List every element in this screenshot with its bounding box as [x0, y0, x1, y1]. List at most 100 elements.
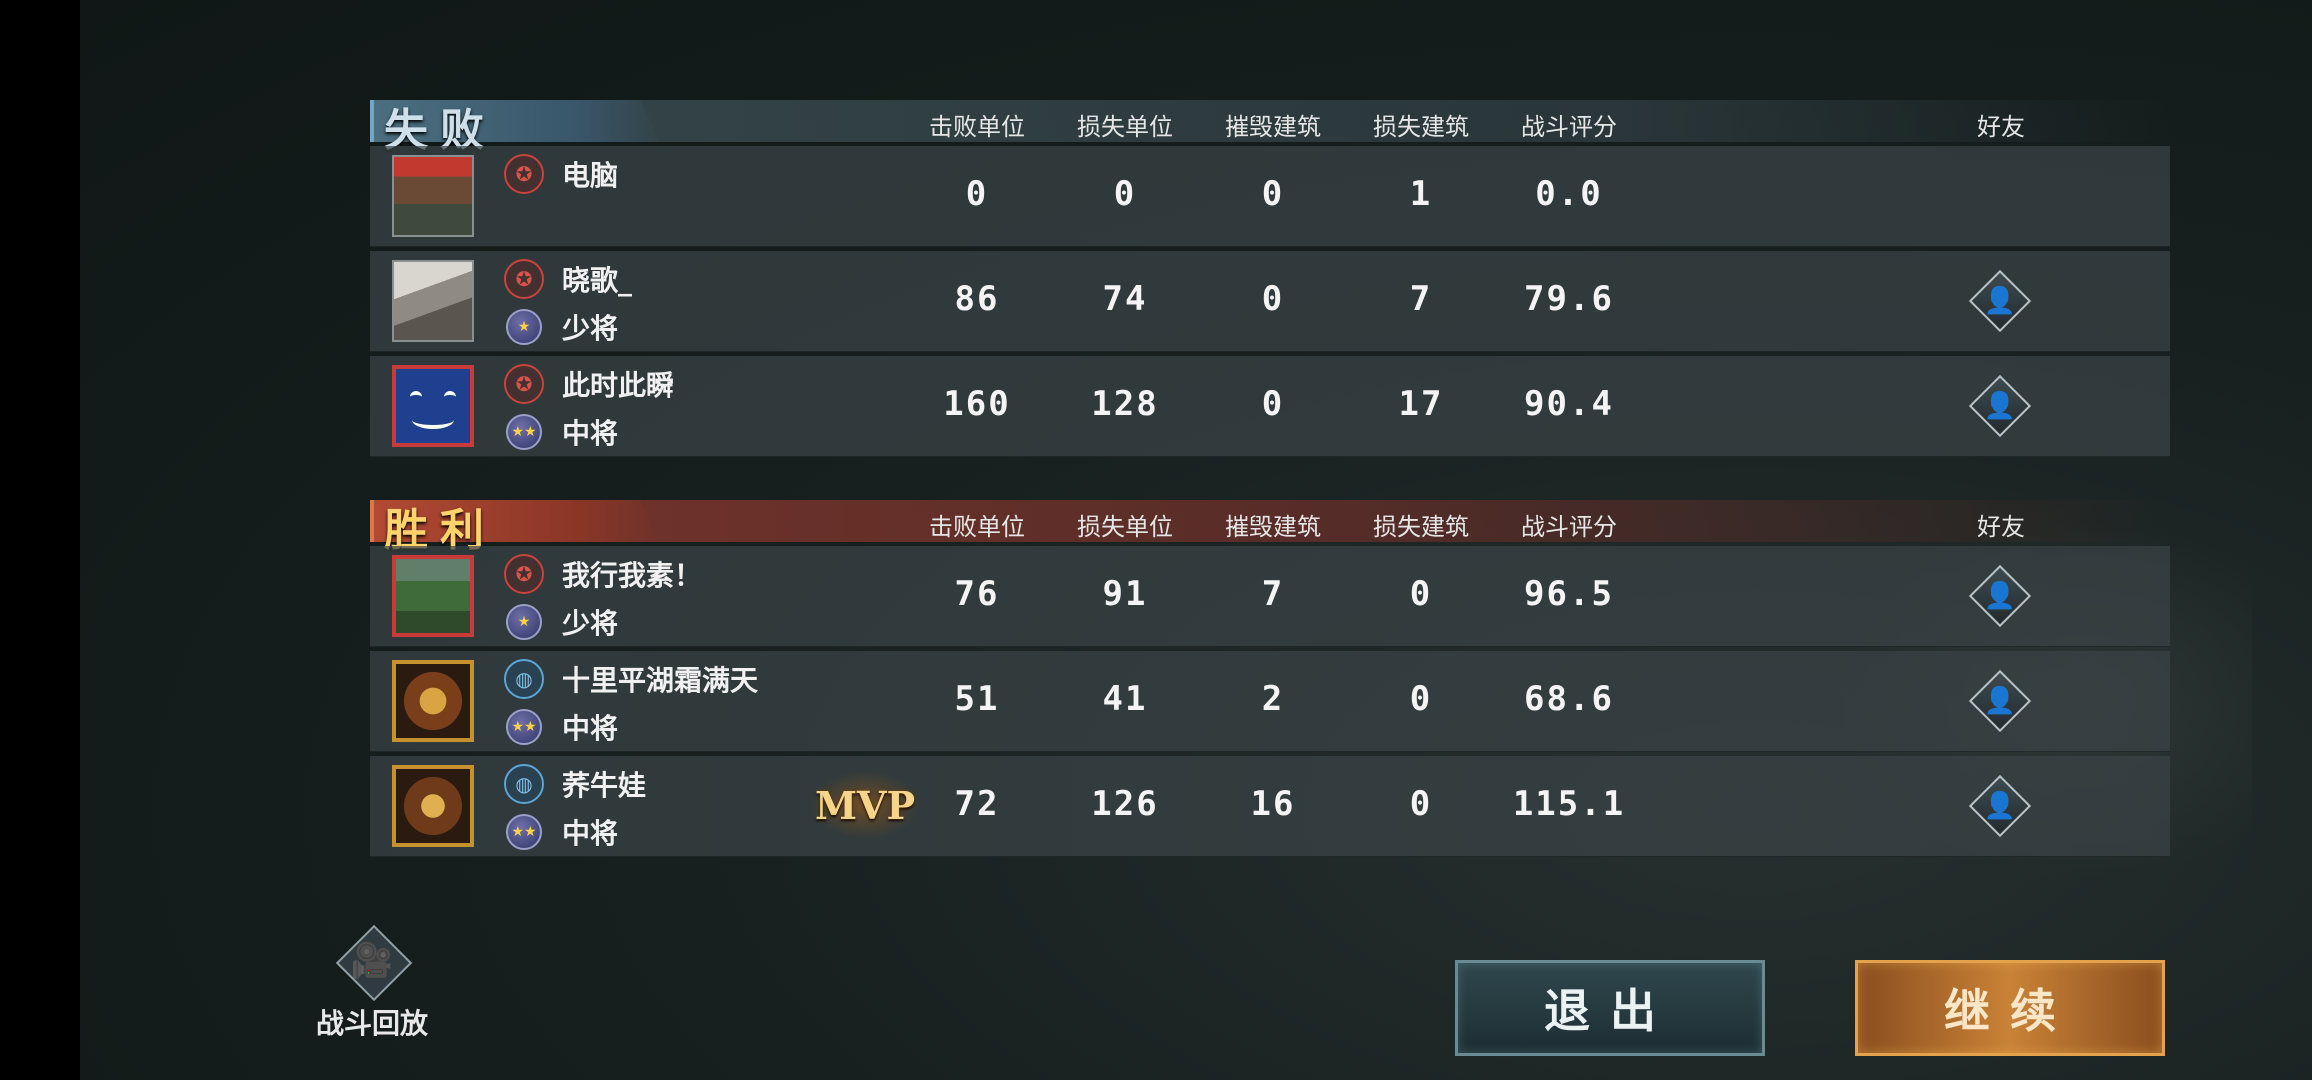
add-friend-icon: 👤: [1983, 286, 2017, 316]
col-score: 战斗评分: [1521, 513, 1617, 541]
player-name: 电脑: [562, 159, 619, 192]
win-header: 胜利 击败单位 损失单位 摧毁建筑 损失建筑 战斗评分 好友: [370, 500, 2170, 556]
stat-score: 79.6: [1524, 279, 1614, 319]
player-name: 晓歌_: [562, 264, 633, 297]
stat-lost-buildings: 0: [1409, 574, 1433, 614]
player-name: 我行我素！: [562, 559, 703, 592]
rank-name: 少将: [562, 312, 619, 345]
col-lost-buildings: 损失建筑: [1373, 513, 1469, 541]
lose-header: 失败 击败单位 损失单位 摧毁建筑 损失建筑 战斗评分 好友: [370, 100, 2170, 156]
add-friend-button[interactable]: 👤: [1968, 669, 2032, 733]
player-row: ✪ 晓歌_ ★ 少将 86 74 0 7 79.6 👤: [370, 251, 2170, 352]
col-kills: 击败单位: [929, 113, 1025, 141]
replay-icon-wrap: 🎥: [333, 924, 413, 1008]
col-destroyed-buildings: 摧毁建筑: [1225, 513, 1321, 541]
stat-losses: 0: [1113, 174, 1137, 214]
avatar-eye-right: [444, 391, 456, 403]
col-score: 战斗评分: [1521, 113, 1617, 141]
add-friend-button[interactable]: 👤: [1968, 564, 2032, 628]
avatar[interactable]: [392, 765, 474, 847]
rank-name: 中将: [562, 817, 619, 850]
add-friend-icon: 👤: [1983, 791, 2017, 821]
col-lost-buildings: 损失建筑: [1373, 113, 1469, 141]
stat-destroyed-buildings: 0: [1261, 384, 1285, 424]
rank-badge-icon: ★: [506, 604, 542, 640]
battle-replay-button[interactable]: 🎥 战斗回放: [302, 924, 442, 1050]
add-friend-button[interactable]: 👤: [1968, 374, 2032, 438]
faction-red-icon: ✪: [504, 154, 544, 194]
rank-badge-icon: ★★: [506, 414, 542, 450]
stat-losses: 41: [1102, 679, 1148, 719]
player-row: ◍ 荞牛娃 ★★ 中将 MVP 72 126 16 0 115.1 👤: [370, 756, 2170, 857]
stat-losses: 128: [1091, 384, 1159, 424]
col-losses: 损失单位: [1077, 513, 1173, 541]
battle-result-screen: 失败 击败单位 损失单位 摧毁建筑 损失建筑 战斗评分 好友 ✪ 电脑 0 0 …: [80, 0, 2312, 1080]
stat-kills: 0: [965, 174, 989, 214]
continue-button[interactable]: 继续: [1855, 960, 2165, 1056]
stat-lost-buildings: 17: [1398, 384, 1444, 424]
add-friend-icon: 👤: [1983, 581, 2017, 611]
avatar-eye-left: [410, 391, 422, 403]
rank-badge-icon: ★: [506, 309, 542, 345]
col-kills: 击败单位: [929, 513, 1025, 541]
stat-kills: 76: [954, 574, 1000, 614]
add-friend-icon: 👤: [1983, 686, 2017, 716]
player-row: ◍ 十里平湖霜满天 ★★ 中将 51 41 2 0 68.6 👤: [370, 651, 2170, 752]
rank-name: 中将: [562, 712, 619, 745]
player-row: ✪ 此时此瞬 ★★ 中将 160 128 0 17 90.4 👤: [370, 356, 2170, 457]
stat-losses: 74: [1102, 279, 1148, 319]
add-friend-button[interactable]: 👤: [1968, 774, 2032, 838]
faction-blue-icon: ◍: [504, 764, 544, 804]
avatar[interactable]: [392, 260, 474, 342]
stat-losses: 91: [1102, 574, 1148, 614]
stat-lost-buildings: 7: [1409, 279, 1433, 319]
stat-destroyed-buildings: 0: [1261, 279, 1285, 319]
stat-losses: 126: [1091, 784, 1159, 824]
stat-score: 115.1: [1512, 784, 1626, 824]
stat-score: 96.5: [1524, 574, 1614, 614]
player-name: 此时此瞬: [562, 369, 675, 402]
player-name: 荞牛娃: [562, 769, 647, 802]
rank-badge-icon: ★★: [506, 814, 542, 850]
player-row: ✪ 电脑 0 0 0 1 0.0: [370, 146, 2170, 247]
faction-red-icon: ✪: [504, 259, 544, 299]
win-section: 胜利 击败单位 损失单位 摧毁建筑 损失建筑 战斗评分 好友 ✪ 我行我素！ ★…: [370, 500, 2170, 857]
stat-destroyed-buildings: 7: [1261, 574, 1285, 614]
rank-badge-icon: ★★: [506, 709, 542, 745]
stat-destroyed-buildings: 16: [1250, 784, 1296, 824]
stat-destroyed-buildings: 2: [1261, 679, 1285, 719]
stat-kills: 51: [954, 679, 1000, 719]
stat-kills: 160: [943, 384, 1011, 424]
stat-score: 0.0: [1535, 174, 1603, 214]
faction-blue-icon: ◍: [504, 659, 544, 699]
rank-name: 中将: [562, 417, 619, 450]
rank-name: 少将: [562, 607, 619, 640]
faction-red-icon: ✪: [504, 364, 544, 404]
col-friend: 好友: [1977, 513, 2025, 541]
lose-section: 失败 击败单位 损失单位 摧毁建筑 损失建筑 战斗评分 好友 ✪ 电脑 0 0 …: [370, 100, 2170, 457]
add-friend-button[interactable]: 👤: [1968, 269, 2032, 333]
avatar-mouth: [412, 411, 454, 429]
camera-icon: 🎥: [350, 941, 394, 981]
avatar[interactable]: [392, 155, 474, 237]
replay-label: 战斗回放: [315, 1007, 428, 1040]
col-losses: 损失单位: [1077, 113, 1173, 141]
exit-button[interactable]: 退出: [1455, 960, 1765, 1056]
stat-kills: 72: [954, 784, 1000, 824]
avatar[interactable]: [392, 365, 474, 447]
player-row: ✪ 我行我素！ ★ 少将 76 91 7 0 96.5 👤: [370, 546, 2170, 647]
avatar[interactable]: [392, 660, 474, 742]
stat-lost-buildings: 0: [1409, 784, 1433, 824]
faction-red-icon: ✪: [504, 554, 544, 594]
stat-kills: 86: [954, 279, 1000, 319]
stat-score: 68.6: [1524, 679, 1614, 719]
col-friend: 好友: [1977, 113, 2025, 141]
col-destroyed-buildings: 摧毁建筑: [1225, 113, 1321, 141]
add-friend-icon: 👤: [1983, 391, 2017, 421]
player-name: 十里平湖霜满天: [562, 664, 759, 697]
stat-lost-buildings: 1: [1409, 174, 1433, 214]
stat-destroyed-buildings: 0: [1261, 174, 1285, 214]
stat-score: 90.4: [1524, 384, 1614, 424]
stat-lost-buildings: 0: [1409, 679, 1433, 719]
avatar[interactable]: [392, 555, 474, 637]
